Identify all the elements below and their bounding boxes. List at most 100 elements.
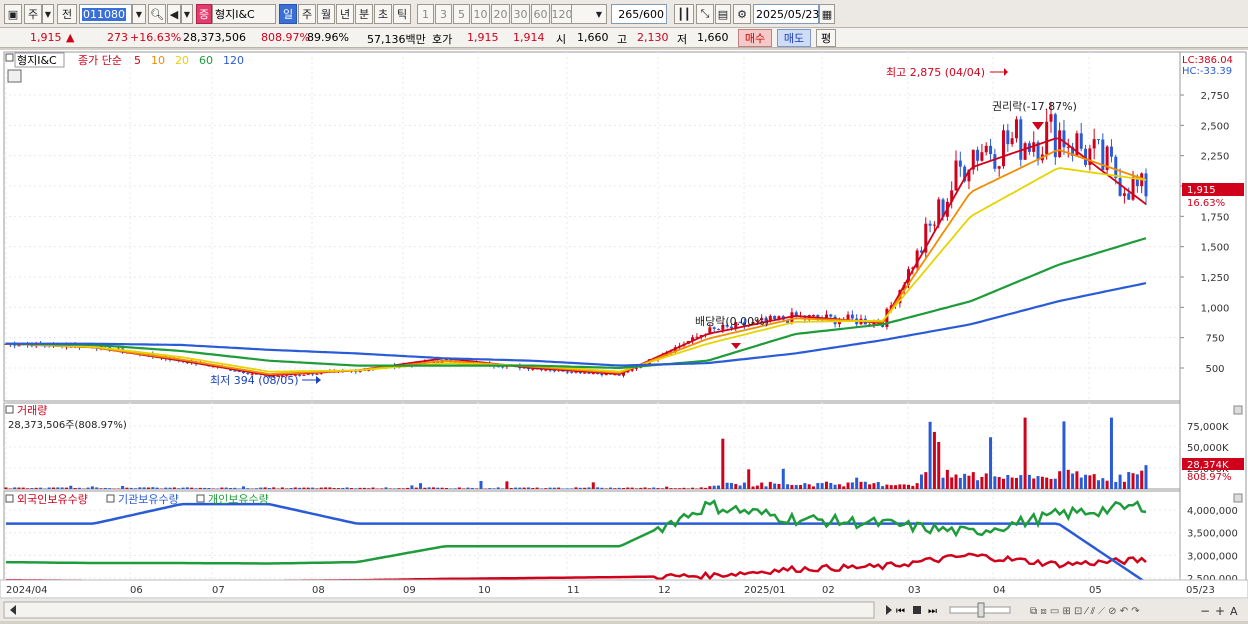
volume-value-label: 28,373,506주(808.97%)	[8, 420, 127, 431]
type-dropdown-icon[interactable]: ▼	[42, 4, 54, 24]
volume-bar	[803, 483, 806, 489]
interval-button-5[interactable]: 30	[511, 4, 530, 24]
scroll-first-icon[interactable]: ⏮	[896, 606, 905, 617]
font-size-icon[interactable]: A	[1230, 605, 1238, 618]
volume-bar	[514, 488, 517, 489]
speaker-icon[interactable]: ◀	[167, 4, 181, 24]
period-button-4[interactable]: 분	[355, 4, 373, 24]
calendar-icon[interactable]: ▦	[819, 4, 835, 24]
search-icon[interactable]: 🔍︎	[148, 4, 166, 24]
volume-bar	[380, 488, 383, 489]
stock-name-field: 형지I&C	[212, 4, 276, 24]
candle-body	[1019, 119, 1022, 159]
settings-icon[interactable]: ⚙	[733, 4, 751, 24]
candle-body	[955, 161, 958, 191]
volume-bar	[648, 488, 651, 489]
type-label: 주	[28, 6, 38, 22]
period-button-6[interactable]: 틱	[393, 4, 411, 24]
layout-icon[interactable]: ▣	[4, 4, 22, 24]
sell-button[interactable]: 매도	[777, 29, 811, 47]
volume-bar	[717, 486, 720, 489]
holdings-close-icon[interactable]	[1234, 494, 1242, 502]
price-tick-label: 750	[1205, 334, 1224, 345]
candle-body	[315, 374, 318, 375]
volume-bar	[315, 488, 318, 489]
volume-bar	[104, 488, 107, 489]
period-button-0[interactable]: 일	[279, 4, 297, 24]
volume-bar	[268, 488, 271, 489]
volume-bar	[816, 483, 819, 489]
count-field[interactable]: 265/600	[611, 4, 667, 24]
dividend-annotation: 배당락(0.00%)	[695, 315, 769, 328]
volume-bar	[864, 482, 867, 489]
interval-button-6[interactable]: 60	[531, 4, 550, 24]
volume-bar	[1097, 480, 1100, 489]
volume-bar	[298, 488, 301, 489]
code-dropdown-icon[interactable]: ▼	[132, 4, 146, 24]
period-button-2[interactable]: 월	[317, 4, 335, 24]
zoom-out-icon[interactable]: −	[1200, 604, 1210, 618]
volume-bar	[946, 470, 949, 489]
volume-close-icon[interactable]	[1234, 406, 1242, 414]
volume-bar	[777, 484, 780, 489]
period-button-1[interactable]: 주	[298, 4, 316, 24]
volume-bar	[734, 484, 737, 489]
volume-bar	[1123, 482, 1126, 489]
legend-prefix: 종가 단순	[78, 54, 122, 67]
volume-bar	[1093, 474, 1096, 489]
period-button-3[interactable]: 년	[336, 4, 354, 24]
speaker-dropdown-icon[interactable]: ▼	[181, 4, 193, 24]
high-label: 고	[617, 31, 627, 47]
volume-panel[interactable]	[4, 403, 1180, 489]
volume-bar	[1032, 478, 1035, 489]
interval-button-1[interactable]: 3	[435, 4, 452, 24]
volume-bar	[1041, 477, 1044, 489]
interval-button-0[interactable]: 1	[417, 4, 434, 24]
volume-bar	[324, 487, 327, 489]
interval-button-2[interactable]: 5	[453, 4, 470, 24]
interval-button-3[interactable]: 10	[471, 4, 490, 24]
low-annotation: 최저 394 (08/05)	[210, 374, 299, 387]
zoom-slider-thumb[interactable]	[978, 603, 984, 617]
interval-button-7[interactable]: 120	[551, 4, 573, 24]
candle-icon[interactable]: ┃┃	[674, 4, 694, 24]
volume-panel-title: 거래량	[17, 404, 47, 417]
volume-bar	[808, 484, 811, 489]
eval-button[interactable]: 평	[816, 29, 836, 47]
crosshair-icon[interactable]: ⤡	[696, 4, 714, 24]
candle-body	[812, 315, 815, 316]
volume-bar	[17, 488, 20, 489]
volume-bar	[1037, 476, 1040, 489]
tool-icons[interactable]: ⧉ ⧈ ▭ ⊞ ⊡ ⁄ ⫽ ⟋ ⊘ ↶ ↷	[1030, 606, 1140, 617]
candle-body	[298, 375, 301, 376]
volume-bar	[1045, 478, 1048, 489]
chart-area[interactable]: 2,7502,5002,2502,0001,7501,5001,2501,000…	[0, 50, 1248, 621]
code-input[interactable]: 011080	[79, 4, 132, 24]
volume-bar	[290, 488, 293, 489]
volume-bar	[454, 488, 457, 489]
interval-button-4[interactable]: 20	[491, 4, 510, 24]
table-icon[interactable]	[8, 70, 21, 82]
stop-icon[interactable]	[913, 606, 921, 614]
type-select[interactable]: 주	[24, 4, 42, 24]
volume-bar	[967, 476, 970, 489]
holdings-legend-1: 기관보유수량	[118, 493, 179, 506]
zoom-in-icon[interactable]: +	[1215, 604, 1225, 618]
volume-bar	[220, 488, 223, 489]
save-icon[interactable]: ▤	[715, 4, 731, 24]
volume-bar	[56, 487, 59, 489]
volume-bar	[743, 483, 746, 489]
buy-button[interactable]: 매수	[738, 29, 772, 47]
chart-svg[interactable]: 2,7502,5002,2502,0001,7501,5001,2501,000…	[0, 50, 1248, 621]
date-input[interactable]: 2025/05/23	[753, 4, 819, 24]
scroll-track[interactable]	[4, 602, 874, 618]
volume-bar	[885, 485, 888, 489]
volume-bar	[756, 486, 759, 489]
period-button-5[interactable]: 초	[374, 4, 392, 24]
scroll-last-icon[interactable]: ⏭	[928, 606, 937, 617]
ma-legend-60: 60	[199, 54, 213, 67]
interval-custom-select[interactable]: ▼	[571, 4, 607, 24]
volume-bar	[708, 486, 711, 489]
prev-button[interactable]: 전	[57, 4, 77, 24]
volume-bar	[467, 488, 470, 489]
